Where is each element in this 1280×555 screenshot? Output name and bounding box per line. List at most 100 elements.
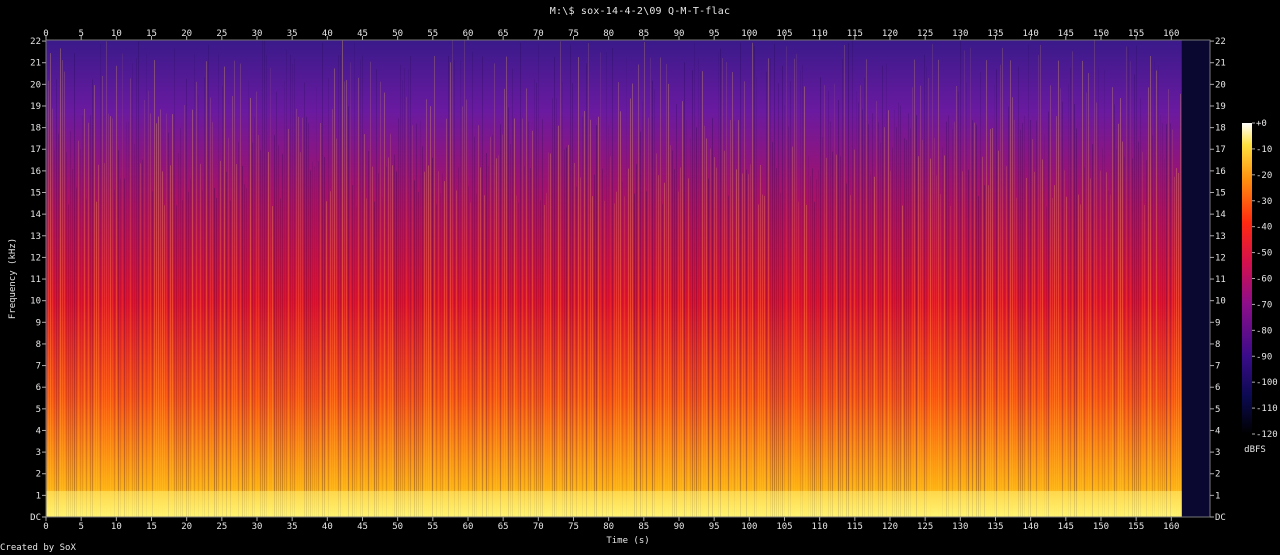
spectrogram-streak	[238, 141, 239, 517]
spectrogram-streak	[134, 144, 135, 517]
spectrogram-streak	[828, 91, 829, 517]
spectrogram-streak	[612, 47, 613, 518]
spectrogram-streak	[278, 145, 279, 517]
spectrogram-streak	[48, 80, 49, 517]
y-tick-label: 3	[1215, 448, 1220, 458]
spectrogram-streak	[934, 137, 935, 517]
spectrogram-streak	[412, 125, 413, 517]
spectrogram-streak	[764, 195, 765, 517]
spectrogram-streak	[798, 201, 799, 518]
spectrogram-streak	[1024, 115, 1025, 517]
plot-area	[45, 39, 1211, 518]
spectrogram-streak	[202, 190, 203, 518]
spectrogram-streak	[756, 76, 757, 518]
spectrogram-streak	[336, 138, 337, 518]
spectrogram-streak	[1156, 70, 1157, 517]
x-tick-label: 155	[1128, 522, 1144, 532]
spectrogram-streak	[1126, 46, 1127, 517]
spectrogram-streak	[880, 142, 881, 517]
spectrogram-streak	[1074, 104, 1075, 518]
spectrogram-streak	[136, 58, 137, 518]
spectrogram-streak	[164, 205, 165, 518]
spectrogram-streak	[1056, 116, 1057, 517]
spectrogram-streak	[950, 205, 951, 517]
spectrogram-streak	[766, 71, 767, 517]
spectrogram-streak	[442, 173, 443, 517]
spectrogram-streak	[874, 176, 875, 517]
spectrogram-streak	[1150, 55, 1151, 517]
spectrogram-streak	[1002, 47, 1003, 518]
spectrogram-streak	[1042, 159, 1043, 517]
x-tick-label: 20	[181, 522, 192, 532]
spectrogram-streak	[434, 56, 435, 518]
spectrogram-streak	[248, 80, 249, 517]
spectrogram-streak	[984, 185, 985, 518]
spectrogram-streak	[578, 57, 579, 518]
spectrogram-streak	[152, 191, 153, 517]
spectrogram-streak	[494, 63, 495, 517]
spectrogram-streak	[1136, 45, 1137, 518]
y-tick-label: 22	[30, 37, 41, 47]
spectrogram-streak	[270, 67, 271, 517]
spectrogram-streak	[428, 165, 429, 517]
spectrogram-streak	[942, 147, 943, 517]
x-tick-label: 10	[111, 522, 122, 532]
y-tick-label: 13	[30, 232, 41, 242]
spectrogram-streak	[700, 71, 701, 517]
colorbar: +0 -10 -20 -30 -40 -50 -60 -70 -80 -90 -100 -110 -12…	[1242, 119, 1278, 455]
spectrogram-streak	[398, 118, 399, 517]
x-tick-label: 60	[463, 522, 474, 532]
spectrogram-streak	[220, 160, 221, 517]
y-tick-label: 20	[30, 80, 41, 90]
spectrogram-streak	[414, 180, 415, 517]
spectrogram-streak	[786, 46, 787, 517]
spectrogram-streak	[474, 136, 475, 517]
spectrogram-streak	[570, 44, 571, 518]
spectrogram-streak	[790, 81, 791, 517]
spectrogram-streak	[158, 116, 159, 517]
spectrogram-streak	[720, 48, 721, 518]
spectrogram-streak	[72, 169, 73, 517]
spectrogram-streak	[672, 150, 673, 518]
x-tick-label: 65	[498, 29, 509, 39]
spectrogram-streak	[794, 58, 795, 517]
spectrogram-streak	[888, 110, 889, 518]
spectrogram-streak	[500, 124, 501, 518]
spectrogram-streak	[1170, 123, 1171, 518]
spectrogram-streak	[186, 78, 187, 518]
spectrogram-streak	[836, 154, 837, 518]
spectrogram-streak	[140, 163, 141, 518]
spectrogram-streak	[596, 125, 597, 517]
spectrogram-streak	[842, 59, 843, 517]
spectrogram-streak	[1094, 40, 1095, 517]
spectrogram-streak	[78, 140, 79, 518]
x-tick-label: 30	[252, 522, 263, 532]
spectrogram-streak	[608, 125, 609, 517]
spectrogram-streak	[480, 167, 481, 517]
spectrogram-streak	[1080, 204, 1081, 517]
spectrogram-streak	[1078, 194, 1079, 518]
spectrogram-streak	[376, 69, 377, 517]
spectrogram-streak	[304, 82, 305, 517]
y-tick-label: 18	[1215, 124, 1226, 134]
x-tick-label: 15	[146, 522, 157, 532]
spectrogram-streak	[830, 121, 831, 517]
x-tick-label: 95	[709, 522, 720, 532]
spectrogram-streak	[590, 119, 591, 518]
spectrogram-streak	[254, 117, 255, 517]
spectrogram-streak	[568, 144, 569, 518]
spectrogram-streak	[540, 200, 541, 517]
spectrogram-streak	[954, 121, 955, 517]
spectrogram-streak	[536, 82, 537, 518]
spectrogram-streak	[710, 148, 711, 517]
spectrogram-streak	[444, 181, 445, 517]
spectrogram-streak	[132, 62, 133, 518]
spectrogram-streak	[312, 161, 313, 517]
spectrogram-streak	[628, 168, 629, 518]
spectrogram-streak	[374, 201, 375, 517]
spectrogram-streak	[546, 192, 547, 517]
spectrogram-streak	[704, 125, 705, 517]
spectrogram-streak	[104, 163, 105, 517]
colorbar-tick-label: -40	[1256, 223, 1272, 233]
spectrogram-streak	[194, 54, 195, 518]
